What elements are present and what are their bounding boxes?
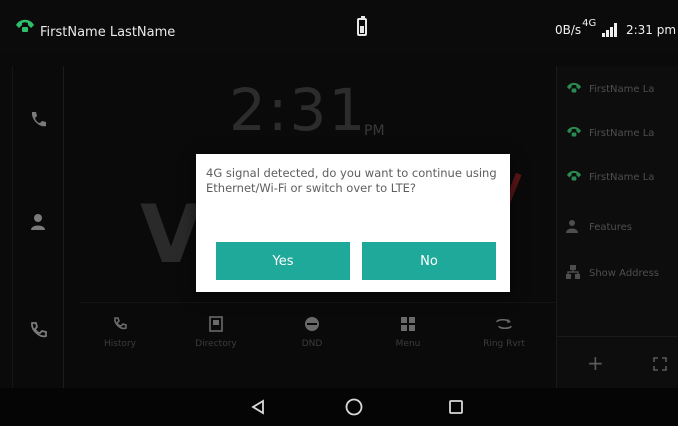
home-button[interactable]	[340, 394, 368, 420]
network-icon	[566, 265, 580, 279]
add-line-key-button[interactable]: +	[587, 351, 604, 375]
shortcut-menu[interactable]: Menu	[368, 303, 448, 359]
home-circle-icon	[345, 398, 363, 416]
status-right-group: 0B/s4G 2:31 pm	[555, 18, 677, 37]
line-keys-footer: +	[557, 336, 678, 389]
shortcut-label: DND	[301, 339, 323, 349]
history-icon	[114, 317, 127, 330]
line-key-label: FirstName La	[589, 172, 655, 183]
shortcut-label: History	[103, 339, 137, 349]
dialog-yes-button[interactable]: Yes	[216, 242, 350, 280]
left-rail	[12, 66, 64, 388]
line-key-label: FirstName La	[589, 84, 655, 95]
line-key-label: Features	[589, 222, 632, 233]
line-keys-panel: FirstName La FirstName La FirstName La F…	[556, 66, 678, 388]
shortcut-directory[interactable]: Directory	[176, 303, 256, 359]
clock-time: 2:31	[229, 76, 368, 144]
phone-screen: FirstName LastName 0B/s4G 2:31 pm 2:31 P…	[0, 0, 678, 426]
shortcut-bar: History Directory DND Menu Ring Rvrt	[80, 302, 560, 359]
dialog-message: 4G signal detected, do you want to conti…	[206, 166, 497, 195]
status-user-name: FirstName LastName	[40, 25, 176, 40]
line-phone-icon	[567, 170, 581, 181]
back-button[interactable]	[244, 394, 272, 420]
dialog-no-button[interactable]: No	[362, 242, 496, 280]
status-time: 2:31 pm	[625, 22, 677, 37]
contact-icon	[31, 214, 45, 230]
back-triangle-icon	[251, 399, 264, 415]
lte-switch-dialog: 4G signal detected, do you want to conti…	[196, 154, 510, 292]
call-history-icon	[31, 322, 47, 338]
rail-history-button[interactable]	[13, 310, 63, 350]
clock-ampm: PM	[364, 123, 385, 139]
line-key-1[interactable]: FirstName La	[565, 78, 678, 106]
shortcut-redial[interactable]: Ring Rvrt	[464, 303, 544, 359]
brand-logo-letter: V	[140, 188, 202, 281]
network-type: 4G	[582, 18, 597, 29]
shortcut-label: Menu	[395, 339, 421, 349]
shortcut-label: Ring Rvrt	[483, 339, 525, 349]
line-key-2[interactable]: FirstName La	[565, 122, 678, 150]
rail-contacts-button[interactable]	[13, 202, 63, 242]
line-phone-icon	[567, 126, 581, 137]
directory-icon	[209, 316, 223, 332]
menu-grid-icon	[401, 317, 415, 331]
line-key-label: Show Address	[589, 268, 659, 279]
redial-icon	[496, 318, 512, 330]
battery-icon	[357, 16, 367, 36]
line-phone-icon	[567, 82, 581, 93]
recents-button[interactable]	[442, 394, 470, 420]
features-key[interactable]: Features	[565, 216, 678, 244]
line-key-label: FirstName La	[589, 128, 655, 139]
rail-phone-button[interactable]	[13, 100, 63, 140]
shortcut-label: Directory	[195, 339, 237, 349]
recents-square-icon	[449, 400, 463, 414]
signal-strength-icon	[602, 22, 620, 37]
android-nav-bar	[0, 388, 678, 426]
show-address-key[interactable]: Show Address	[565, 262, 678, 290]
dnd-icon	[305, 317, 319, 331]
status-bar: FirstName LastName 0B/s4G 2:31 pm	[0, 0, 678, 52]
shortcut-history[interactable]: History	[80, 303, 160, 359]
shortcut-dnd[interactable]: DND	[272, 303, 352, 359]
line-key-3[interactable]: FirstName La	[565, 166, 678, 194]
features-icon	[566, 220, 578, 233]
phone-icon	[31, 112, 46, 127]
expand-icon[interactable]	[653, 357, 667, 371]
network-speed: 0B/s	[555, 22, 582, 37]
line-status-phone-icon	[16, 19, 34, 32]
